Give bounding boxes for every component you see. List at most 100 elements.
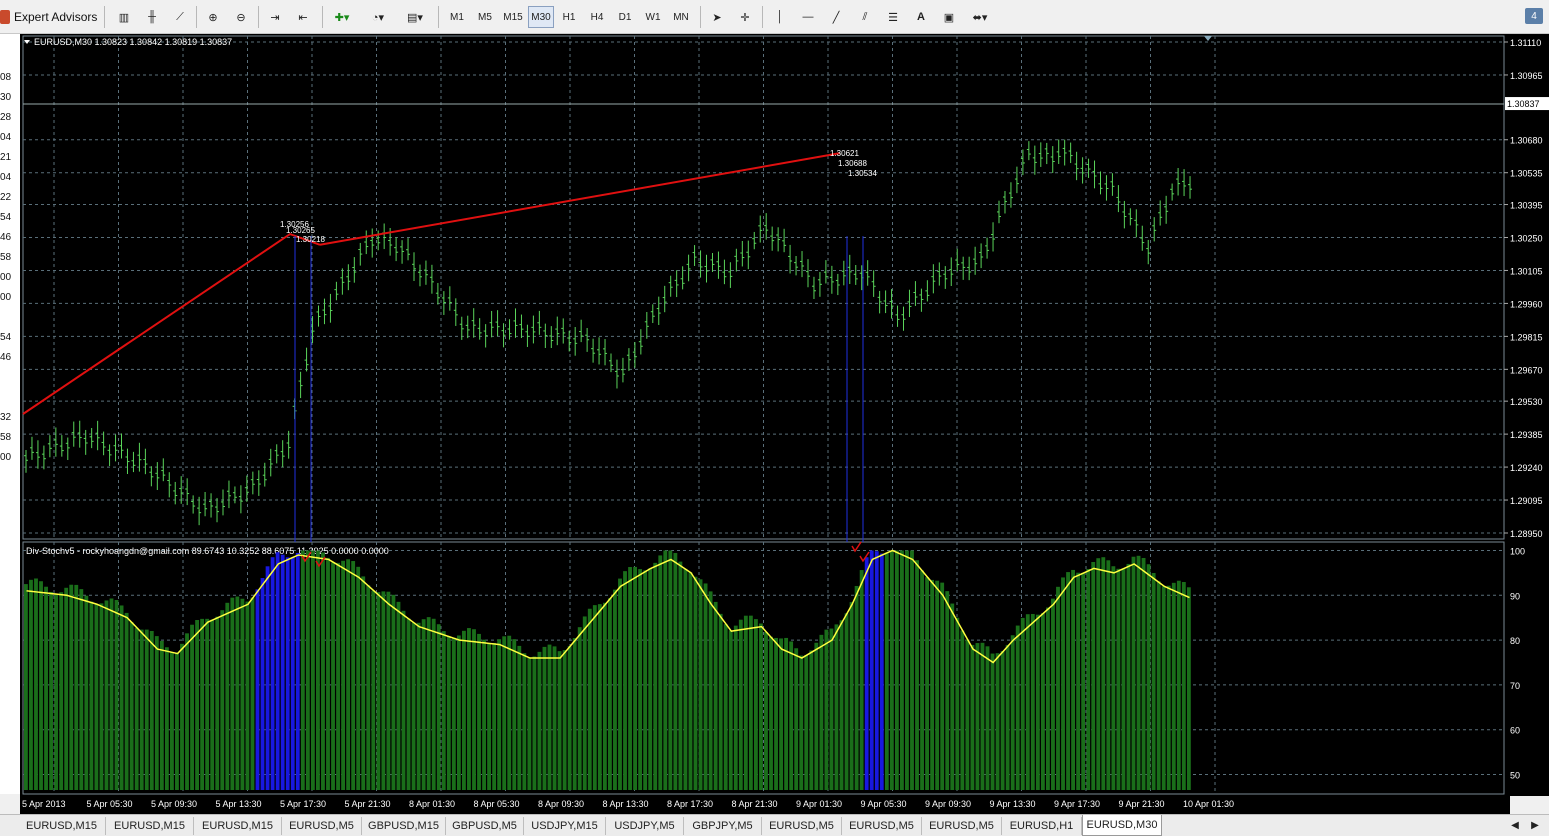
histogram-bar [215, 616, 220, 790]
zoom-out-icon[interactable]: ⊖ [230, 6, 252, 28]
divergence-label: 1.30218 [296, 235, 325, 244]
chart-tab[interactable]: GBPUSD,M5 [446, 817, 524, 835]
chart-tab[interactable]: EURUSD,M15 [194, 817, 282, 835]
histogram-bar [346, 559, 351, 790]
cursor-icon[interactable]: ➤ [706, 6, 728, 28]
histogram-bar [658, 555, 663, 790]
price-axis-label: 1.30965 [1510, 71, 1543, 81]
timeframe-mn-button[interactable]: MN [668, 6, 694, 28]
histogram-bar [829, 628, 834, 790]
histogram-bar [386, 591, 391, 790]
histogram-bar [451, 637, 456, 790]
histogram-bar [159, 640, 164, 790]
timeframe-m30-button[interactable]: M30 [528, 6, 554, 28]
chart-tab[interactable]: EURUSD,M30 [1082, 815, 1162, 836]
histogram-bar [310, 550, 315, 790]
chart-canvas[interactable]: 1.31110 1.30965 1.30680 1.30535 1.30395 1.302… [20, 34, 1549, 796]
timeframe-w1-button[interactable]: W1 [640, 6, 666, 28]
chart-tab[interactable]: EURUSD,M5 [842, 817, 922, 835]
timeframe-m15-button[interactable]: M15 [500, 6, 526, 28]
line-chart-icon[interactable]: ⟋ [169, 6, 191, 28]
tab-scroll-right-icon[interactable]: ▶ [1528, 816, 1542, 834]
timeframe-d1-button[interactable]: D1 [612, 6, 638, 28]
chart-tab[interactable]: GBPUSD,M15 [362, 817, 446, 835]
histogram-bar [1056, 586, 1060, 790]
horizontal-line-icon[interactable]: — [798, 6, 818, 28]
chart-tab[interactable]: USDJPY,M5 [606, 817, 684, 835]
chart-tab[interactable]: USDJPY,M15 [524, 817, 606, 835]
price-axis-label: 1.29960 [1510, 299, 1543, 309]
chart-tab[interactable]: EURUSD,M5 [762, 817, 842, 835]
chart-shift-icon[interactable]: ⇥ [264, 6, 286, 28]
indicators-icon[interactable]: ✚▾ [328, 6, 356, 28]
tab-scroll-left-icon[interactable]: ◀ [1508, 816, 1522, 834]
histogram-bar [79, 589, 84, 790]
histogram-bar [562, 650, 567, 790]
histogram-bar [527, 657, 532, 790]
time-axis: 5 Apr 2013 5 Apr 05:30 5 Apr 09:30 5 Apr 13… [20, 796, 1510, 814]
chart-tab[interactable]: EURUSD,M15 [18, 817, 106, 835]
histogram-bar [864, 557, 869, 790]
histogram-bar [748, 615, 753, 790]
chart-tab[interactable]: EURUSD,H1 [1002, 817, 1082, 835]
crosshair-icon[interactable]: ✛ [734, 6, 756, 28]
timeframe-m5-button[interactable]: M5 [472, 6, 498, 28]
histogram-bar [331, 562, 335, 790]
histogram-bar [129, 622, 134, 790]
histogram-bar [1066, 572, 1070, 790]
chart-tab[interactable]: EURUSD,M5 [922, 817, 1002, 835]
candlestick-chart-icon[interactable]: ╫ [141, 6, 163, 28]
divergence-trendline-1 [22, 232, 321, 415]
vertical-line-icon[interactable]: │ [770, 6, 790, 28]
histogram-bar [512, 639, 517, 790]
histogram-bar [487, 643, 492, 790]
chart-tab[interactable]: EURUSD,M5 [282, 817, 362, 835]
bar-chart-icon[interactable]: ▥ [113, 6, 135, 28]
histogram-bar [245, 601, 250, 790]
histogram-bar [839, 620, 844, 790]
histogram-bar [59, 592, 64, 790]
autoscroll-icon[interactable]: ⇤ [292, 6, 314, 28]
corner-badge[interactable]: 4 [1525, 8, 1543, 24]
histogram-bar [1076, 572, 1081, 790]
histogram-bar [336, 562, 340, 790]
histogram-bar [572, 638, 577, 790]
histogram-bar [1086, 568, 1091, 790]
histogram-bar [69, 584, 74, 790]
timeframe-h4-button[interactable]: H4 [584, 6, 610, 28]
histogram-bar [834, 624, 839, 790]
trendline-icon[interactable]: ╱ [826, 6, 846, 28]
histogram-bar [39, 581, 43, 790]
histogram-bar [1081, 572, 1086, 790]
histogram-bar [854, 585, 859, 790]
timeframe-m1-button[interactable]: M1 [444, 6, 470, 28]
histogram-bar [270, 557, 275, 790]
time-axis-label: 8 Apr 01:30 [409, 799, 456, 809]
histogram-bar [517, 645, 522, 790]
timeframe-h1-button[interactable]: H1 [556, 6, 582, 28]
time-axis-label: 8 Apr 21:30 [731, 799, 778, 809]
text-tool-icon[interactable]: A [910, 6, 932, 28]
histogram-bar [467, 628, 471, 790]
expert-advisors-button[interactable]: Expert Advisors [14, 6, 97, 28]
histogram-bar [507, 635, 512, 790]
periods-icon[interactable]: ◔▾ [364, 6, 392, 28]
equidistant-channel-icon[interactable]: ⫽ [854, 6, 876, 28]
price-axis-label: 1.28950 [1510, 529, 1543, 539]
shift-marker-icon[interactable] [1204, 36, 1212, 41]
zoom-in-icon[interactable]: ⊕ [202, 6, 224, 28]
time-axis-label: 10 Apr 01:30 [1183, 799, 1235, 809]
chart-tab[interactable]: GBPJPY,M5 [684, 817, 762, 835]
chart-tab[interactable]: EURUSD,M15 [106, 817, 194, 835]
market-watch-value: 21 [0, 152, 12, 163]
fibonacci-icon[interactable]: ☰ [882, 6, 904, 28]
arrows-icon[interactable]: ⬌▾ [966, 6, 994, 28]
templates-icon[interactable]: ▤▾ [400, 6, 430, 28]
time-axis-label: 9 Apr 17:30 [1054, 799, 1101, 809]
time-axis-label: 9 Apr 05:30 [860, 799, 907, 809]
chart-window[interactable]: 1.31110 1.30965 1.30680 1.30535 1.30395 1.302… [20, 34, 1549, 796]
histogram-bar [265, 566, 270, 790]
text-label-icon[interactable]: ▣ [938, 6, 960, 28]
divergence-label: 1.30688 [838, 159, 867, 168]
histogram-bar [1176, 580, 1181, 790]
